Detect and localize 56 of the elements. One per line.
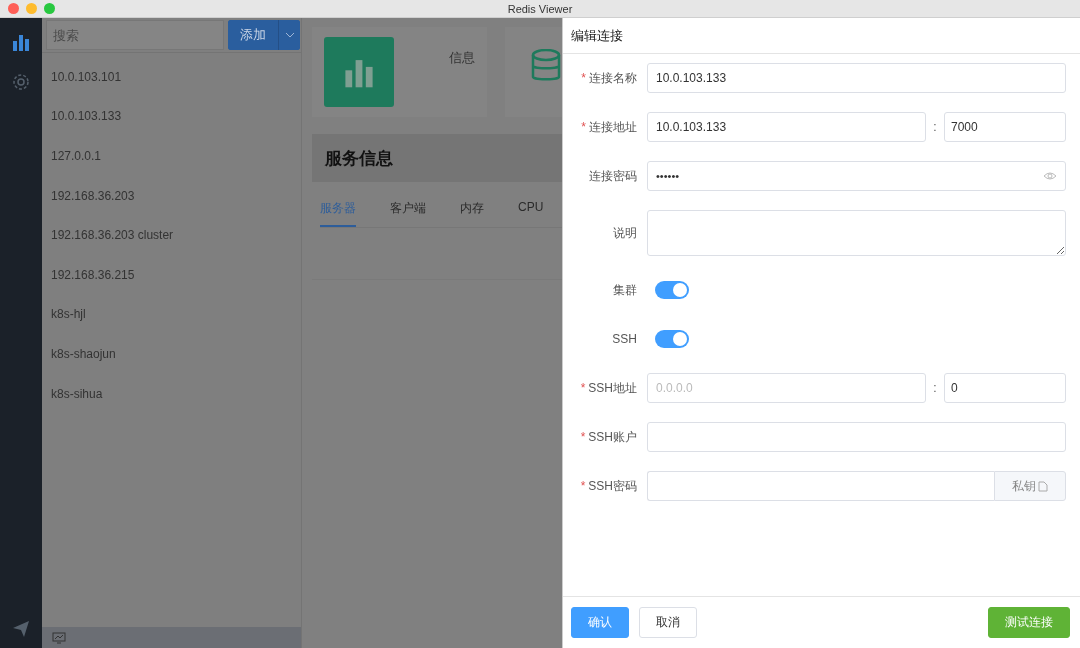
cancel-button[interactable]: 取消	[639, 607, 697, 638]
field-label: * SSH地址	[579, 379, 638, 397]
connection-item[interactable]: 10.0.103.133	[42, 96, 301, 137]
separator: :	[932, 120, 938, 134]
tab[interactable]: 内存	[460, 192, 484, 227]
monitor-icon[interactable]	[52, 631, 66, 644]
text-field[interactable]: 10.0.103.133	[647, 63, 1066, 93]
maximize-button[interactable]	[44, 3, 55, 14]
connection-item[interactable]: 192.168.36.215	[42, 254, 301, 295]
confirm-button[interactable]: 确认	[571, 607, 629, 638]
port-field[interactable]: 0	[944, 373, 1066, 403]
connection-item[interactable]: 192.168.36.203	[42, 175, 301, 216]
password-field[interactable]: ••••••	[647, 161, 1066, 191]
field-label: * 连接地址	[580, 118, 638, 136]
toggle-switch[interactable]	[655, 281, 689, 299]
text-field[interactable]	[647, 422, 1066, 452]
field-label: * SSH密码	[579, 477, 638, 495]
database-card[interactable]	[505, 27, 562, 117]
file-icon	[1038, 480, 1048, 492]
field-label: 集群	[612, 281, 638, 299]
window-title: Redis Viewer	[507, 2, 573, 15]
connection-item[interactable]: k8s-sihua	[42, 373, 301, 414]
card-label: 信息	[449, 49, 475, 67]
connection-item[interactable]: k8s-shaojun	[42, 334, 301, 374]
port-field[interactable]: 7000	[944, 112, 1066, 142]
connection-item[interactable]: k8s-hjl	[42, 294, 301, 335]
bar-chart-icon	[11, 32, 31, 52]
connection-item[interactable]: 192.168.36.203 cluster	[42, 215, 301, 255]
password-field[interactable]	[647, 471, 994, 501]
caret-icon	[284, 32, 295, 38]
private-key-button[interactable]: 私钥	[994, 471, 1066, 501]
connection-item[interactable]: 10.0.103.101	[42, 57, 301, 97]
field-label: * SSH账户	[579, 428, 638, 446]
field-label: 连接密码	[588, 167, 638, 185]
separator: :	[932, 381, 938, 395]
host-field[interactable]: 10.0.103.133	[647, 112, 926, 142]
close-button[interactable]	[8, 3, 19, 14]
tab[interactable]: 客户端	[390, 192, 426, 227]
host-field[interactable]: 0.0.0.0	[647, 373, 926, 403]
search-field[interactable]: 搜索	[46, 20, 224, 50]
tab[interactable]: CPU	[518, 192, 544, 227]
panel-title: 服务信息	[312, 134, 562, 182]
dropdown-button[interactable]	[278, 20, 300, 50]
field-label: SSH	[611, 332, 638, 346]
eye-icon[interactable]	[1043, 171, 1057, 181]
connection-item[interactable]: 127.0.0.1	[42, 136, 301, 176]
test-connection-button[interactable]: 测试连接	[988, 607, 1070, 638]
info-card[interactable]: 信息	[312, 27, 487, 117]
field-label: * 连接名称	[580, 69, 638, 87]
field-label: 说明	[612, 224, 638, 242]
send-icon[interactable]	[12, 620, 30, 638]
settings-icon[interactable]	[11, 72, 31, 92]
description-field[interactable]	[647, 210, 1066, 256]
drawer-title: 编辑连接	[563, 18, 1080, 54]
toggle-switch[interactable]	[655, 330, 689, 348]
minimize-button[interactable]	[26, 3, 37, 14]
